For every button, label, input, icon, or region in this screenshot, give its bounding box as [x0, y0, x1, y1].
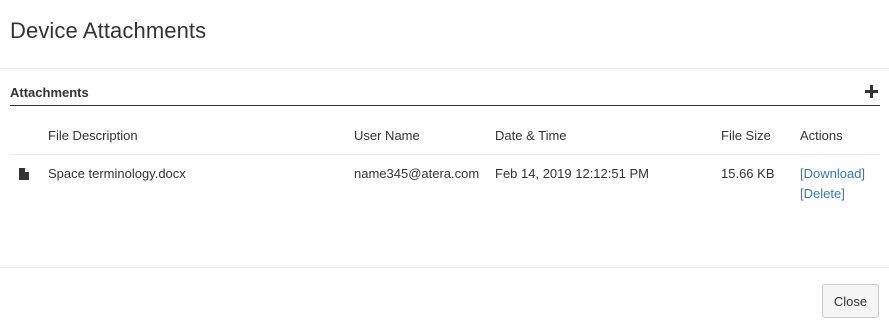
column-header-date-time: Date & Time — [495, 128, 567, 143]
delete-link[interactable]: [Delete] — [800, 186, 865, 202]
row-actions: [Download] [Delete] — [800, 166, 865, 202]
download-link[interactable]: [Download] — [800, 166, 865, 182]
modal-title: Device Attachments — [10, 18, 207, 43]
add-attachment-plus-icon[interactable] — [865, 85, 878, 98]
modal-footer: Close — [0, 267, 889, 328]
file-icon — [19, 168, 29, 180]
column-header-user-name: User Name — [354, 128, 420, 143]
section-title: Attachments — [10, 85, 89, 100]
column-header-actions: Actions — [800, 128, 843, 143]
attachments-section-header: Attachments — [10, 84, 880, 106]
date-time: Feb 14, 2019 12:12:51 PM — [495, 166, 649, 181]
attachments-table: File Description User Name Date & Time F… — [10, 118, 880, 211]
file-size: 15.66 KB — [721, 166, 775, 181]
column-header-file-size: File Size — [721, 128, 771, 143]
user-name: name345@atera.com — [354, 166, 480, 181]
close-button[interactable]: Close — [822, 284, 879, 318]
column-header-file-description: File Description — [48, 128, 138, 143]
table-header: File Description User Name Date & Time F… — [10, 118, 880, 155]
file-description: Space terminology.docx — [48, 166, 186, 181]
table-row: Space terminology.docx name345@atera.com… — [10, 155, 880, 211]
modal-header: Device Attachments — [0, 0, 889, 69]
